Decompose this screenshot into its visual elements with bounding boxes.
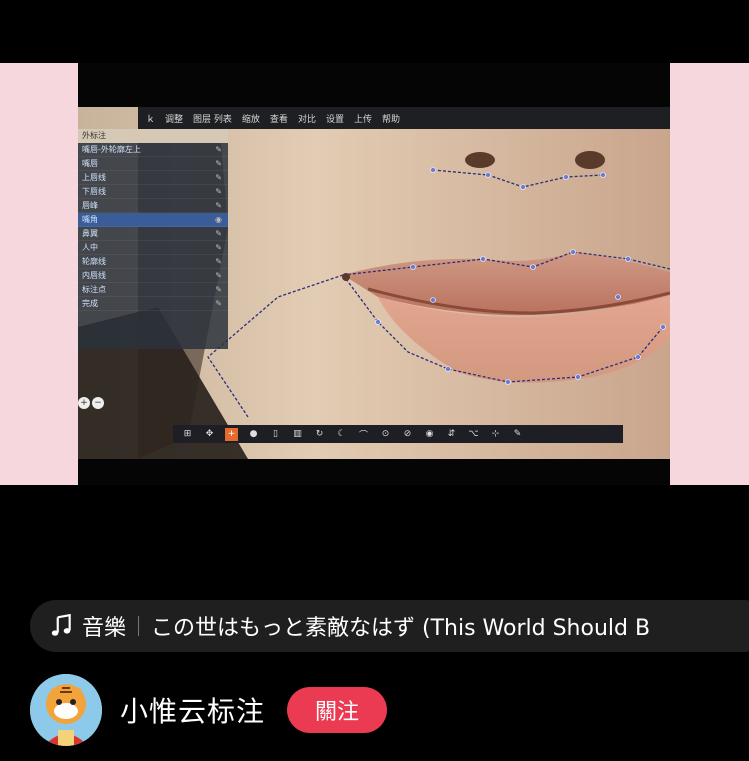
layer-row-label: 上唇线 bbox=[82, 173, 106, 182]
tool-button-3[interactable]: ● bbox=[247, 428, 260, 441]
toolbar-item-6[interactable]: 设置 bbox=[326, 112, 344, 125]
layer-row[interactable]: 上唇线 ✎ bbox=[78, 171, 228, 185]
song-title: この世はもっと素敵なはず (This World Should B bbox=[151, 616, 651, 641]
tool-button-2[interactable]: + bbox=[225, 427, 238, 441]
visibility-icon[interactable]: ◉ bbox=[215, 213, 222, 226]
edit-icon[interactable]: ✎ bbox=[215, 227, 222, 240]
toolbar-item-1[interactable]: 调整 bbox=[165, 112, 183, 125]
music-note-icon bbox=[51, 613, 71, 636]
layer-row[interactable]: 内唇线 ✎ bbox=[78, 269, 228, 283]
layer-row[interactable]: 标注点 ✎ bbox=[78, 283, 228, 297]
edit-icon[interactable]: ✎ bbox=[215, 255, 222, 268]
edit-icon[interactable]: ✎ bbox=[215, 157, 222, 170]
layer-row-label: 完成 bbox=[82, 299, 98, 308]
edit-icon[interactable]: ✎ bbox=[215, 199, 222, 212]
edit-icon[interactable]: ✎ bbox=[215, 283, 222, 296]
edit-icon[interactable]: ✎ bbox=[215, 241, 222, 254]
layer-row-label: 人中 bbox=[82, 243, 98, 252]
tool-button-12[interactable]: ⇵ bbox=[445, 428, 458, 441]
layer-row-label: 嘴角 bbox=[82, 215, 98, 224]
tool-button-9[interactable]: ⊙ bbox=[379, 428, 392, 441]
edit-icon[interactable]: ✎ bbox=[215, 171, 222, 184]
layer-row-label: 下唇线 bbox=[82, 187, 106, 196]
layer-row-label: 内唇线 bbox=[82, 271, 106, 280]
toolbar-item-3[interactable]: 缩放 bbox=[242, 112, 260, 125]
layer-row[interactable]: 人中 ✎ bbox=[78, 241, 228, 255]
tool-button-13[interactable]: ⌥ bbox=[467, 428, 480, 441]
layer-row[interactable]: 鼻翼 ✎ bbox=[78, 227, 228, 241]
layer-panel-title: 外标注 bbox=[78, 129, 228, 143]
right-pink-letterbox bbox=[670, 63, 749, 485]
layer-row-label: 嘴唇 bbox=[82, 159, 98, 168]
layer-row[interactable]: 嘴唇 ✎ bbox=[78, 157, 228, 171]
annotation-screen: ｋ 调整 图层 列表 缩放 查看 对比 设置 上传 帮助 外标注 嘴唇-外轮廓左… bbox=[78, 107, 670, 459]
tool-button-4[interactable]: ▯ bbox=[269, 428, 282, 441]
layer-row[interactable]: 唇峰 ✎ bbox=[78, 199, 228, 213]
toolbar-item-7[interactable]: 上传 bbox=[354, 112, 372, 125]
layer-row[interactable]: 完成 ✎ bbox=[78, 297, 228, 311]
follow-button[interactable]: 關注 bbox=[287, 687, 388, 733]
zoom-in-icon[interactable]: + bbox=[78, 397, 90, 409]
toolbar-item-2[interactable]: 图层 列表 bbox=[193, 112, 232, 125]
zoom-out-icon[interactable]: − bbox=[92, 397, 104, 409]
tool-button-7[interactable]: ☾ bbox=[335, 428, 348, 441]
layer-row-selected[interactable]: 嘴角 ◉ bbox=[78, 213, 228, 227]
tiger-avatar-image bbox=[30, 674, 102, 746]
toolbar-item-5[interactable]: 对比 bbox=[298, 112, 316, 125]
layer-row-label: 唇峰 bbox=[82, 201, 98, 210]
toolbar-item-4[interactable]: 查看 bbox=[270, 112, 288, 125]
edit-icon[interactable]: ✎ bbox=[215, 297, 222, 310]
tool-button-5[interactable]: ▥ bbox=[291, 428, 304, 441]
video-player[interactable]: ｋ 调整 图层 列表 缩放 查看 对比 设置 上传 帮助 外标注 嘴唇-外轮廓左… bbox=[78, 63, 670, 485]
edit-icon[interactable]: ✎ bbox=[215, 185, 222, 198]
tool-button-11[interactable]: ◉ bbox=[423, 428, 436, 441]
layer-row[interactable]: 嘴唇-外轮廓左上 ✎ bbox=[78, 143, 228, 157]
layer-row-label: 嘴唇-外轮廓左上 bbox=[82, 145, 141, 154]
edit-icon[interactable]: ✎ bbox=[215, 269, 222, 282]
avatar[interactable] bbox=[30, 674, 102, 746]
layer-row-label: 轮廓线 bbox=[82, 257, 106, 266]
music-divider bbox=[138, 616, 140, 636]
music-label: 音樂 bbox=[82, 616, 127, 641]
tool-button-1[interactable]: ✥ bbox=[203, 428, 216, 441]
tool-button-14[interactable]: ⊹ bbox=[489, 428, 502, 441]
layer-row-label: 鼻翼 bbox=[82, 229, 98, 238]
annotation-app-toolbar: ｋ 调整 图层 列表 缩放 查看 对比 设置 上传 帮助 bbox=[138, 107, 670, 129]
author-name[interactable]: 小惟云标注 bbox=[120, 690, 265, 730]
author-row: 小惟云标注 關注 bbox=[30, 674, 388, 746]
layer-row[interactable]: 下唇线 ✎ bbox=[78, 185, 228, 199]
layer-panel: 外标注 嘴唇-外轮廓左上 ✎ 嘴唇 ✎ 上唇线 ✎ 下唇线 ✎ 唇峰 ✎ 嘴角 ◉ 鼻翼 ✎ … bbox=[78, 129, 228, 349]
left-pink-letterbox bbox=[0, 63, 78, 485]
tool-button-0[interactable]: ⊞ bbox=[181, 428, 194, 441]
music-bar[interactable]: 音樂 この世はもっと素敵なはず (This World Should B bbox=[30, 600, 749, 652]
annotation-bottom-toolbar: ⊞ ✥ + ● ▯ ▥ ↻ ☾ ⌒ ⊙ ⊘ ◉ ⇵ ⌥ ⊹ ✎ bbox=[173, 425, 623, 443]
tool-button-10[interactable]: ⊘ bbox=[401, 428, 414, 441]
toolbar-item-0[interactable]: ｋ bbox=[146, 112, 155, 125]
tool-button-15[interactable]: ✎ bbox=[511, 428, 524, 441]
edit-icon[interactable]: ✎ bbox=[215, 143, 222, 156]
layer-row[interactable]: 轮廓线 ✎ bbox=[78, 255, 228, 269]
layer-row-label: 标注点 bbox=[82, 285, 106, 294]
toolbar-item-8[interactable]: 帮助 bbox=[382, 112, 400, 125]
tool-button-6[interactable]: ↻ bbox=[313, 428, 326, 441]
tool-button-8[interactable]: ⌒ bbox=[357, 428, 370, 441]
zoom-controls: + − bbox=[78, 397, 104, 409]
